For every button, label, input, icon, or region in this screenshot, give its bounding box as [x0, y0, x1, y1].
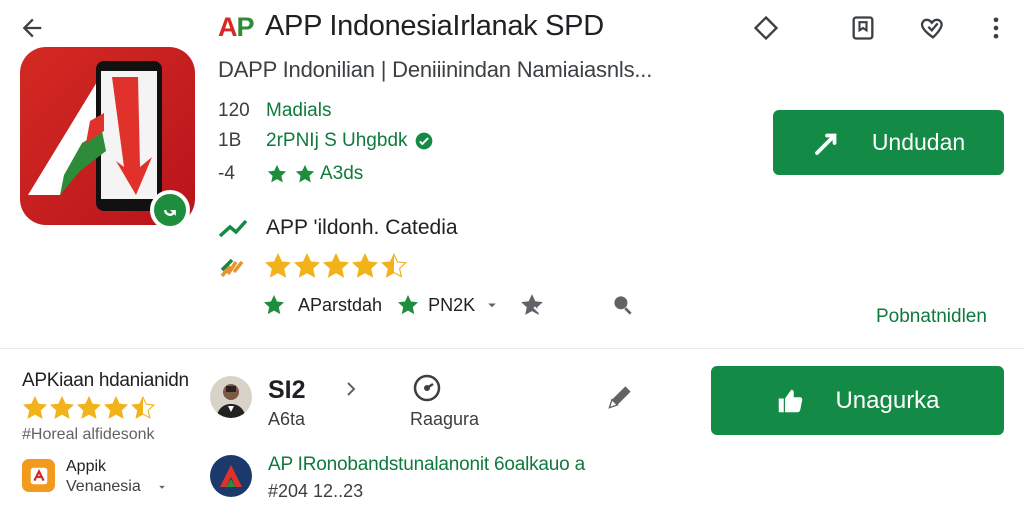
- star-icon: [22, 395, 48, 419]
- star-icon: [267, 164, 287, 183]
- meta-row-downloads: 120 Madials: [218, 100, 331, 122]
- chips-row: AParstdah PN2K: [262, 292, 635, 318]
- category-row: APP 'ildonh. Catedia: [218, 216, 458, 240]
- chevron-down-icon: [159, 485, 166, 489]
- install-arrow-icon: [814, 133, 837, 155]
- more-vert-icon: [993, 17, 999, 39]
- developer-avatar[interactable]: [210, 455, 252, 497]
- star-outline-icon[interactable]: [519, 292, 545, 318]
- thumbs-up-icon: [779, 389, 803, 412]
- refresh-check-icon: [164, 210, 176, 216]
- meta-row-rating: -4 A3ds: [218, 163, 363, 185]
- rating-stars: [264, 252, 409, 280]
- star-icon: [294, 252, 320, 278]
- section-divider: [0, 348, 1024, 349]
- app-title: APP IndonesiaIrlanak SPD: [265, 10, 604, 42]
- chip-label[interactable]: AParstdah: [298, 295, 382, 316]
- star-icon: [49, 395, 75, 419]
- library-button[interactable]: [845, 10, 881, 46]
- details-link[interactable]: Pobnatnidlen: [876, 306, 987, 328]
- meta-label: A3ds: [320, 163, 364, 184]
- small-app-name: Appik: [66, 458, 107, 475]
- tag-button[interactable]: [748, 10, 784, 46]
- meta-row-developer: 1B 2rPNIj S Uhgbdk: [218, 130, 434, 152]
- stat-label: A6ta: [268, 409, 306, 429]
- chip-label[interactable]: PN2K: [428, 295, 475, 316]
- chart-icon: [220, 258, 244, 278]
- developer-code: #204 12..23: [268, 481, 364, 501]
- verified-badge: [150, 190, 190, 230]
- star-icon: [352, 252, 378, 278]
- section-tag: #Horeal alfidesonk: [22, 426, 155, 443]
- wishlist-button[interactable]: [915, 10, 951, 46]
- star-icon: [265, 252, 291, 278]
- developer-logo-icon: [220, 465, 242, 487]
- rate-label: Raagura: [410, 409, 480, 429]
- category-label: APP 'ildonh. Catedia: [266, 216, 458, 239]
- star-icon: [130, 395, 156, 419]
- install-button-secondary-label: Unagurka: [835, 386, 940, 414]
- app-store-icon: [30, 467, 47, 484]
- star-icon: [103, 395, 129, 419]
- star-icon: [381, 252, 407, 278]
- app-subtitle: DAPP Indonilian | Deniiinindan Namiaiasn…: [218, 57, 653, 82]
- star-icon: [76, 395, 102, 419]
- verified-check-icon: [415, 132, 432, 150]
- developer-link[interactable]: 2rPNIj S Uhgbdk: [266, 130, 408, 152]
- chevron-down-icon[interactable]: [483, 296, 501, 314]
- reviewer-avatar[interactable]: [210, 376, 252, 418]
- diamond-icon: [753, 15, 779, 41]
- region-label: Venanesia: [66, 478, 141, 495]
- more-menu-button[interactable]: [978, 10, 1014, 46]
- trend-icon: [218, 219, 248, 238]
- meta-count: 120: [218, 100, 250, 121]
- heart-icon: [920, 18, 943, 39]
- pencil-icon: [608, 386, 631, 409]
- install-button[interactable]: Undudan: [773, 110, 1004, 175]
- meta-count: -4: [218, 163, 235, 184]
- stat-value: SI2: [268, 376, 306, 404]
- arrow-left-icon: [22, 18, 42, 38]
- back-button[interactable]: [14, 10, 50, 46]
- rate-icon[interactable]: [411, 372, 443, 404]
- star-icon: [295, 164, 315, 183]
- rating-row: [218, 252, 409, 280]
- meta-label: Madials: [266, 100, 332, 121]
- star-icon: [398, 295, 419, 315]
- bookmark-box-icon: [852, 16, 874, 40]
- chevron-right-icon[interactable]: [344, 380, 358, 403]
- install-button-secondary[interactable]: Unagurka: [711, 366, 1004, 435]
- small-app-icon[interactable]: [22, 459, 55, 492]
- search-icon[interactable]: [609, 292, 635, 318]
- section-rating-stars: [22, 395, 157, 421]
- install-button-label: Undudan: [871, 129, 966, 155]
- region-selector[interactable]: Venanesia: [66, 478, 169, 496]
- star-icon: [323, 252, 349, 278]
- star-icon: [264, 295, 284, 315]
- title-logo: AP: [218, 12, 255, 42]
- person-icon: [216, 384, 246, 418]
- section-title: APKiaan hdanianidn: [22, 370, 189, 391]
- developer-name[interactable]: AP IRonobandstunalanonit 6oalkauo a: [268, 454, 585, 476]
- write-review-button[interactable]: [604, 381, 636, 413]
- meta-count: 1B: [218, 130, 242, 151]
